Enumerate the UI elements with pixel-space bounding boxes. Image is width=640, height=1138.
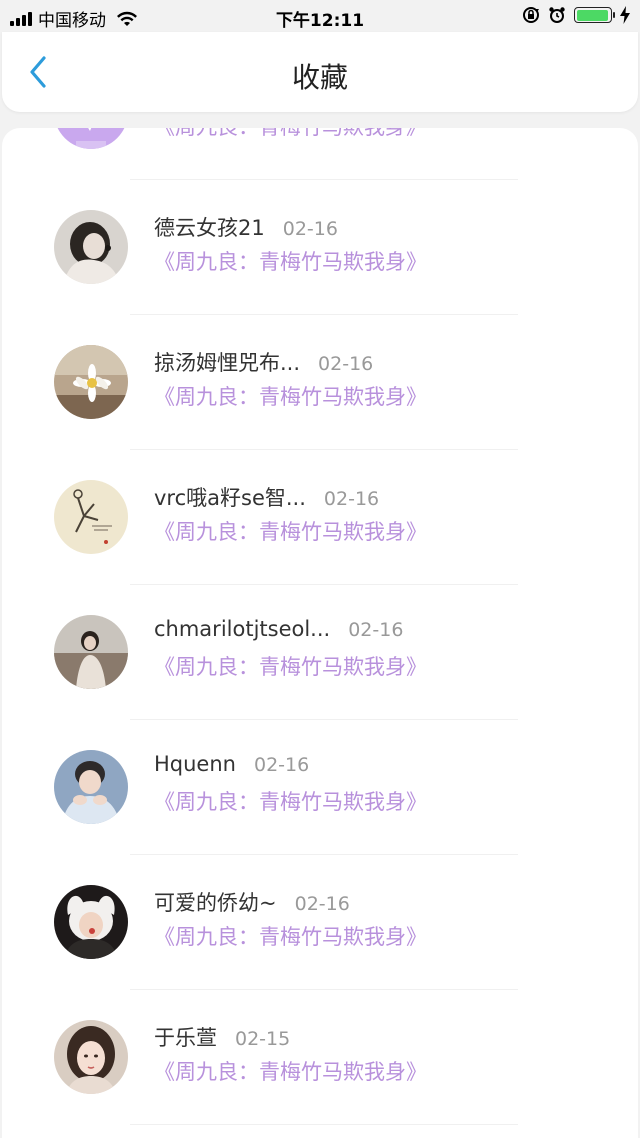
user-photo-icon — [54, 210, 128, 284]
girl-portrait-photo-icon — [54, 1020, 128, 1094]
book-title-link[interactable]: 《周九良：青梅竹马欺我身》 — [154, 921, 427, 951]
date: 02-16 — [294, 893, 350, 915]
book-title-link[interactable]: 《周九良：青梅竹马欺我身》 — [154, 246, 427, 276]
page-title: 收藏 — [291, 61, 348, 94]
status-right — [522, 6, 630, 24]
book-title-link[interactable]: 《周九良：青梅竹马欺我身》 — [154, 651, 427, 681]
date: 02-16 — [253, 754, 310, 776]
list-item[interactable]: Hquenn 02-16 《周九良：青梅竹马欺我身》 — [2, 720, 638, 855]
date: 02-16 — [282, 218, 338, 240]
book-title-link[interactable]: 《周九良：青梅竹马欺我身》 — [154, 786, 427, 816]
avatar[interactable] — [54, 885, 128, 959]
username: 德云女孩21 — [154, 216, 265, 240]
girl-field-photo-icon — [54, 615, 128, 689]
charging-icon — [620, 6, 630, 24]
name-row: Hquenn 02-16 — [154, 752, 309, 776]
list-item[interactable]: 于乐萱 02-15 《周九良：青梅竹马欺我身》 — [2, 990, 638, 1125]
divider — [130, 1124, 518, 1125]
chat-bubble-avatar-icon — [54, 128, 128, 149]
battery-fill — [576, 9, 608, 21]
list-item[interactable]: vrc哦a籽se智... 02-16 《周九良：青梅竹马欺我身》 — [2, 450, 638, 585]
book-title-link[interactable]: 《周九良：青梅竹马欺我身》 — [154, 516, 427, 546]
username: 于乐萱 — [154, 1026, 217, 1050]
date: 02-16 — [348, 619, 404, 641]
date: 02-15 — [235, 1028, 291, 1050]
username: chmarilotjtseol... — [154, 617, 331, 641]
book-title-link[interactable]: 《周九良：青梅竹马欺我身》 — [154, 128, 427, 141]
username: 可爱的侨幼~ — [154, 891, 277, 915]
date: 02-16 — [318, 353, 374, 375]
daisy-photo-icon — [54, 345, 128, 419]
battery-icon — [574, 7, 615, 23]
name-row: 于乐萱 02-15 — [154, 1022, 290, 1052]
favorites-list-card: 《周九良：青梅竹马欺我身》 德云女孩21 02-16 《周九良：青梅竹马欺我身》 — [2, 128, 638, 1138]
username: 掠汤姆悝兕布... — [154, 351, 301, 375]
name-row: chmarilotjtseol... 02-16 — [154, 617, 403, 641]
date: 02-16 — [323, 488, 380, 510]
book-title-link[interactable]: 《周九良：青梅竹马欺我身》 — [154, 381, 427, 411]
list-item[interactable]: 掠汤姆悝兕布... 02-16 《周九良：青梅竹马欺我身》 — [2, 315, 638, 450]
nav-bar: 收藏 — [2, 32, 638, 112]
favorites-list: 《周九良：青梅竹马欺我身》 德云女孩21 02-16 《周九良：青梅竹马欺我身》 — [2, 128, 638, 1125]
avatar[interactable] — [54, 750, 128, 824]
avatar[interactable] — [54, 615, 128, 689]
boy-photo-icon — [54, 750, 128, 824]
username: vrc哦a籽se智... — [154, 486, 306, 510]
bunny-hat-photo-icon — [54, 885, 128, 959]
list-item[interactable]: 德云女孩21 02-16 《周九良：青梅竹马欺我身》 — [2, 180, 638, 315]
avatar[interactable] — [54, 210, 128, 284]
list-item[interactable]: 《周九良：青梅竹马欺我身》 — [2, 128, 638, 180]
avatar[interactable] — [54, 480, 128, 554]
name-row: vrc哦a籽se智... 02-16 — [154, 482, 379, 512]
username: Hquenn — [154, 752, 236, 776]
name-row: 掠汤姆悝兕布... 02-16 — [154, 347, 373, 377]
list-item[interactable]: chmarilotjtseol... 02-16 《周九良：青梅竹马欺我身》 — [2, 585, 638, 720]
avatar[interactable] — [54, 345, 128, 419]
name-row: 可爱的侨幼~ 02-16 — [154, 887, 350, 917]
status-bar: 中国移动 下午12:11 — [0, 0, 640, 32]
rotation-lock-icon — [523, 7, 539, 23]
sketch-photo-icon — [54, 480, 128, 554]
avatar[interactable] — [54, 1020, 128, 1094]
name-row: 德云女孩21 02-16 — [154, 212, 338, 242]
alarm-icon — [549, 7, 565, 23]
book-title-link[interactable]: 《周九良：青梅竹马欺我身》 — [154, 1056, 427, 1086]
list-item[interactable]: 可爱的侨幼~ 02-16 《周九良：青梅竹马欺我身》 — [2, 855, 638, 990]
avatar[interactable] — [54, 128, 128, 149]
